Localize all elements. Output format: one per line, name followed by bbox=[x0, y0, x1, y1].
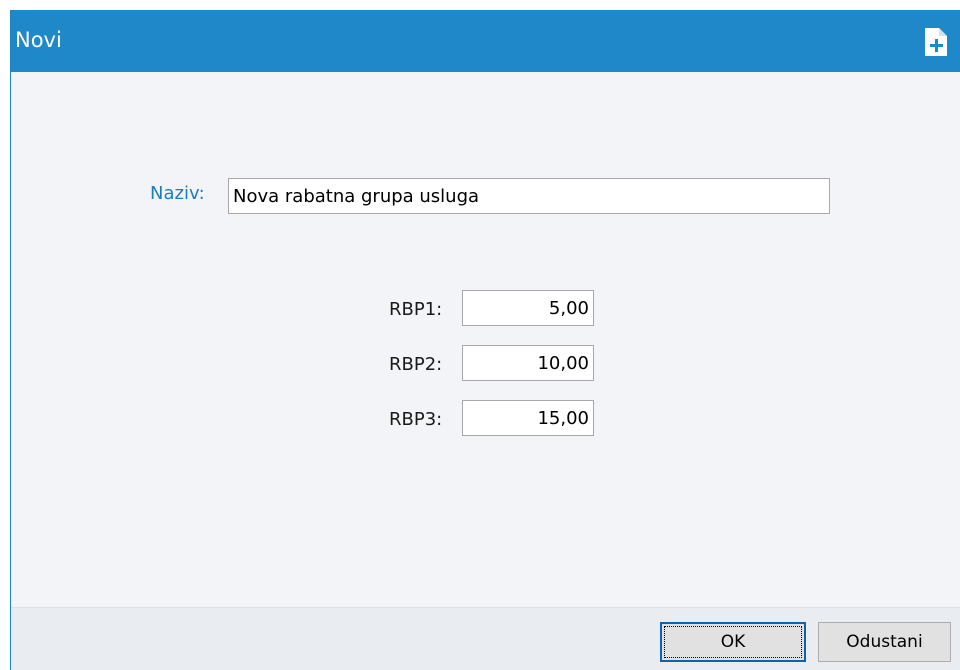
new-document-icon[interactable] bbox=[925, 28, 947, 56]
dialog-window: Novi Naziv: RBP1: RBP2: RBP3: OK Odustan… bbox=[10, 10, 960, 670]
form-area: Naziv: RBP1: RBP2: RBP3: bbox=[11, 72, 960, 607]
naziv-input[interactable] bbox=[228, 178, 830, 214]
rbp3-label: RBP3: bbox=[389, 409, 443, 430]
cancel-button[interactable]: Odustani bbox=[818, 622, 951, 662]
rbp1-input[interactable] bbox=[462, 290, 594, 326]
window-title: Novi bbox=[15, 28, 62, 52]
rbp3-input[interactable] bbox=[462, 400, 594, 436]
naziv-label: Naziv: bbox=[150, 183, 205, 204]
rbp2-label: RBP2: bbox=[389, 354, 443, 375]
rbp1-label: RBP1: bbox=[389, 299, 443, 320]
button-bar: OK Odustani bbox=[11, 607, 960, 670]
title-bar: Novi bbox=[11, 10, 960, 72]
ok-button[interactable]: OK bbox=[660, 622, 806, 662]
rbp2-input[interactable] bbox=[462, 345, 594, 381]
